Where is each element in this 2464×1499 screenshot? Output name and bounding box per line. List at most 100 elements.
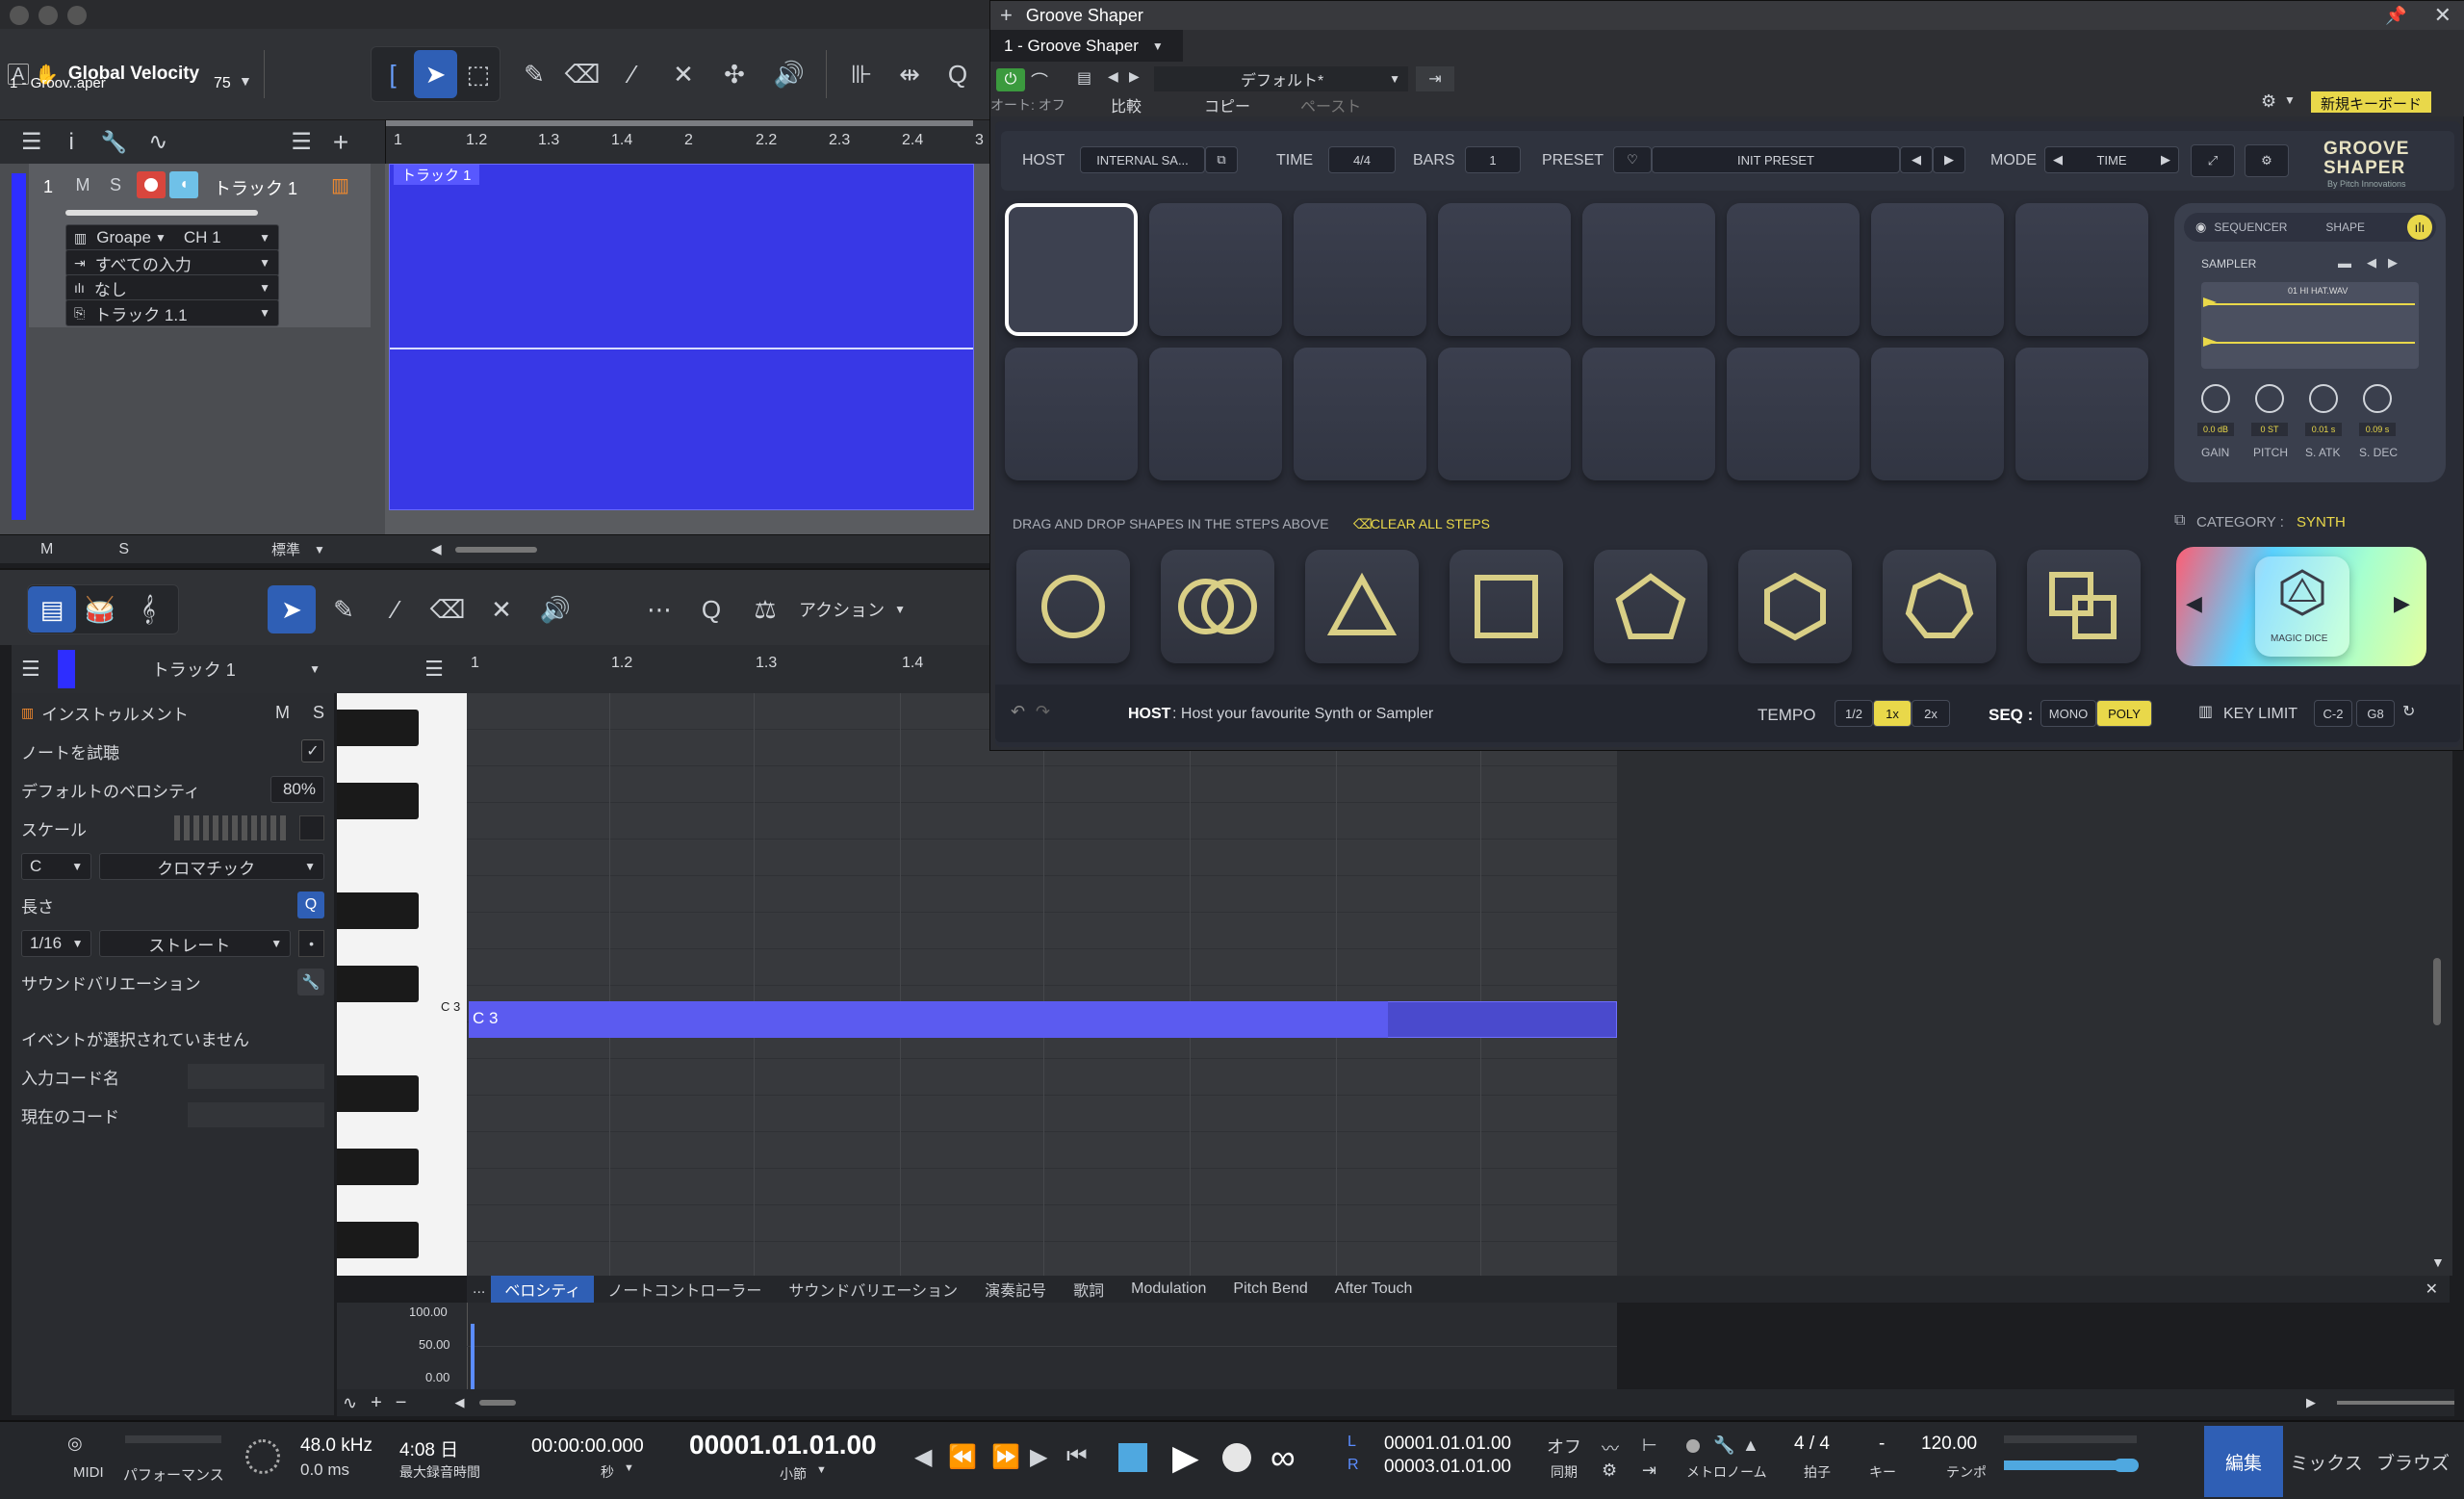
tab-sound-variation[interactable]: サウンドバリエーション bbox=[775, 1276, 971, 1303]
return-start-icon[interactable]: ⏮ bbox=[1066, 1443, 1088, 1470]
step-pad[interactable] bbox=[1005, 348, 1138, 480]
eraser-tool-icon[interactable]: ⌫ bbox=[558, 50, 606, 98]
paint-tool-icon[interactable]: ⁄ bbox=[608, 50, 656, 98]
footer-mode[interactable]: 標準 bbox=[271, 539, 300, 559]
black-key[interactable] bbox=[337, 783, 419, 819]
editor-paint-icon[interactable]: ⁄ bbox=[372, 585, 420, 633]
add-track-icon[interactable]: + bbox=[333, 127, 348, 158]
plugin-close-icon[interactable]: ✕ bbox=[2434, 3, 2451, 28]
scale-toggle[interactable] bbox=[299, 815, 324, 840]
gs-preset-prev-icon[interactable]: ◀ bbox=[1900, 146, 1933, 173]
arrow-tool-icon[interactable]: ➤ bbox=[414, 50, 457, 98]
footer-m[interactable]: M bbox=[40, 541, 53, 558]
tempo-half[interactable]: 1/2 bbox=[1835, 700, 1873, 727]
tab-browse[interactable]: ブラウズ bbox=[2370, 1426, 2456, 1497]
piano-view-icon[interactable]: ▤ bbox=[28, 586, 76, 633]
minimize-dot[interactable] bbox=[38, 6, 58, 25]
stop-button[interactable] bbox=[1118, 1443, 1147, 1472]
automation-mode-icon[interactable]: ⌒ bbox=[1031, 68, 1048, 93]
editor-snap-icon[interactable]: ⋯ bbox=[635, 585, 683, 633]
step-pad[interactable] bbox=[1438, 348, 1571, 480]
length-type-select[interactable]: ストレート ▼ bbox=[99, 930, 292, 957]
master-volume-slider[interactable] bbox=[2004, 1460, 2118, 1470]
editor-listen-icon[interactable]: 🔊 bbox=[531, 585, 579, 633]
quantize-icon[interactable]: Q bbox=[934, 50, 982, 98]
plugin-settings-dropdown-icon[interactable]: ▼ bbox=[2284, 93, 2296, 107]
instrument-combo[interactable]: ▥ Groape ▼ CH 1 ▼ bbox=[65, 224, 279, 251]
black-key[interactable] bbox=[337, 966, 419, 1002]
track-volume-slider[interactable] bbox=[65, 210, 258, 216]
gs-preset-next-icon[interactable]: ▶ bbox=[1933, 146, 1965, 173]
tempo-value[interactable]: 120.00 bbox=[1921, 1434, 1977, 1455]
black-key[interactable] bbox=[337, 1075, 419, 1112]
double-circle-shape[interactable] bbox=[1161, 550, 1274, 663]
editor-arrow-icon[interactable]: ➤ bbox=[268, 585, 316, 633]
lane-add-icon[interactable]: + bbox=[371, 1392, 382, 1414]
step-pad[interactable] bbox=[1582, 203, 1715, 336]
time-signature[interactable]: 4 / 4 bbox=[1794, 1434, 1830, 1455]
triangle-shape[interactable] bbox=[1305, 550, 1419, 663]
sound-variation-wrench-icon[interactable]: 🔧 bbox=[297, 969, 324, 995]
tab-after-touch[interactable]: After Touch bbox=[1322, 1276, 1426, 1303]
length-quantize-icon[interactable]: Q bbox=[297, 892, 324, 918]
wrench-icon[interactable]: 🔧 bbox=[101, 130, 127, 155]
editor-mute-icon[interactable]: ✕ bbox=[477, 585, 526, 633]
menu-icon[interactable]: ☰ bbox=[21, 128, 42, 156]
sampler-folder-icon[interactable]: ▬ bbox=[2338, 255, 2351, 271]
arrange-ruler[interactable]: 1 1.2 1.3 1.4 2 2.2 2.3 2.4 3 bbox=[385, 120, 989, 164]
chord-input-field[interactable] bbox=[188, 1064, 324, 1089]
track-mute-button[interactable]: M bbox=[69, 171, 96, 198]
split-tool-icon[interactable]: ✣ bbox=[710, 50, 758, 98]
host-window-icon[interactable]: ⧉ bbox=[1205, 146, 1238, 173]
close-dot[interactable] bbox=[10, 6, 29, 25]
velocity-value[interactable]: 75 bbox=[214, 75, 231, 92]
lane-curve-icon[interactable]: ∿ bbox=[343, 1393, 357, 1413]
pin-icon[interactable]: 📌 bbox=[2385, 6, 2406, 26]
dice-next-icon[interactable]: ▶ bbox=[2394, 591, 2410, 616]
track-dropdown-icon[interactable]: ▼ bbox=[309, 662, 321, 676]
time-bars[interactable]: 00001.01.01.00 bbox=[689, 1430, 877, 1460]
loop-start[interactable]: 00001.01.01.00 bbox=[1384, 1434, 1511, 1455]
key-limit-reset-icon[interactable]: ↻ bbox=[2402, 702, 2415, 721]
key-limit-low[interactable]: C-2 bbox=[2314, 700, 2352, 727]
insp-mute[interactable]: M bbox=[275, 703, 290, 723]
waveform-icon[interactable]: ılı bbox=[2407, 215, 2432, 240]
tab-edit[interactable]: 編集 bbox=[2204, 1426, 2283, 1497]
sample-rate[interactable]: 48.0 kHz bbox=[300, 1435, 372, 1457]
editor-v-scrollbar[interactable] bbox=[2433, 958, 2441, 1025]
seq-shape-toggle[interactable]: ◉ SEQUENCER SHAPE ılı bbox=[2184, 213, 2436, 242]
record-button[interactable] bbox=[1222, 1443, 1251, 1472]
listen-tool-icon[interactable]: 🔊 bbox=[765, 50, 813, 98]
monitor-button[interactable]: ◖ bbox=[169, 171, 198, 198]
insp-solo[interactable]: S bbox=[313, 703, 324, 723]
scroll-down-icon[interactable]: ▼ bbox=[2431, 1254, 2445, 1270]
h-scrollbar[interactable] bbox=[454, 546, 537, 553]
next-marker-icon[interactable]: ▶ bbox=[1030, 1443, 1047, 1471]
decay-knob[interactable] bbox=[2363, 384, 2392, 413]
list-icon[interactable]: ☰ bbox=[291, 128, 312, 156]
editor-ruler[interactable]: 1 1.2 1.3 1.4 bbox=[467, 645, 989, 693]
black-key[interactable] bbox=[337, 1222, 419, 1258]
action-menu[interactable]: アクション ▼ bbox=[799, 585, 906, 633]
close-lane-icon[interactable]: ✕ bbox=[2426, 1279, 2438, 1299]
black-key[interactable] bbox=[337, 1149, 419, 1185]
drum-view-icon[interactable]: 🥁 bbox=[76, 586, 124, 633]
mode-dropdown-icon[interactable]: ▼ bbox=[314, 543, 325, 556]
step-pad[interactable] bbox=[1438, 203, 1571, 336]
editor-loop-icon[interactable]: ⚖ bbox=[741, 585, 789, 633]
track-solo-button[interactable]: S bbox=[102, 171, 129, 198]
velocity-bar[interactable] bbox=[471, 1324, 475, 1389]
score-view-icon[interactable]: 𝄞 bbox=[124, 586, 172, 633]
gs-settings-icon[interactable]: ⚙ bbox=[2245, 144, 2289, 177]
tab-lyrics[interactable]: 歌詞 bbox=[1060, 1276, 1117, 1303]
scale-keys[interactable] bbox=[174, 815, 290, 840]
snap-icon[interactable]: ⊪ bbox=[837, 50, 886, 98]
note-grid-right[interactable] bbox=[989, 693, 1617, 1276]
editor-quantize-icon[interactable]: Q bbox=[687, 585, 735, 633]
mute-tool-icon[interactable]: ✕ bbox=[659, 50, 707, 98]
range-tool-icon[interactable]: ⬚ bbox=[457, 50, 500, 98]
plugin-add-icon[interactable]: + bbox=[1000, 3, 1013, 28]
new-keyboard-button[interactable]: 新規キーボード bbox=[2311, 91, 2432, 113]
step-pad[interactable] bbox=[1727, 348, 1860, 480]
lane-scrollbar[interactable] bbox=[479, 1400, 516, 1406]
